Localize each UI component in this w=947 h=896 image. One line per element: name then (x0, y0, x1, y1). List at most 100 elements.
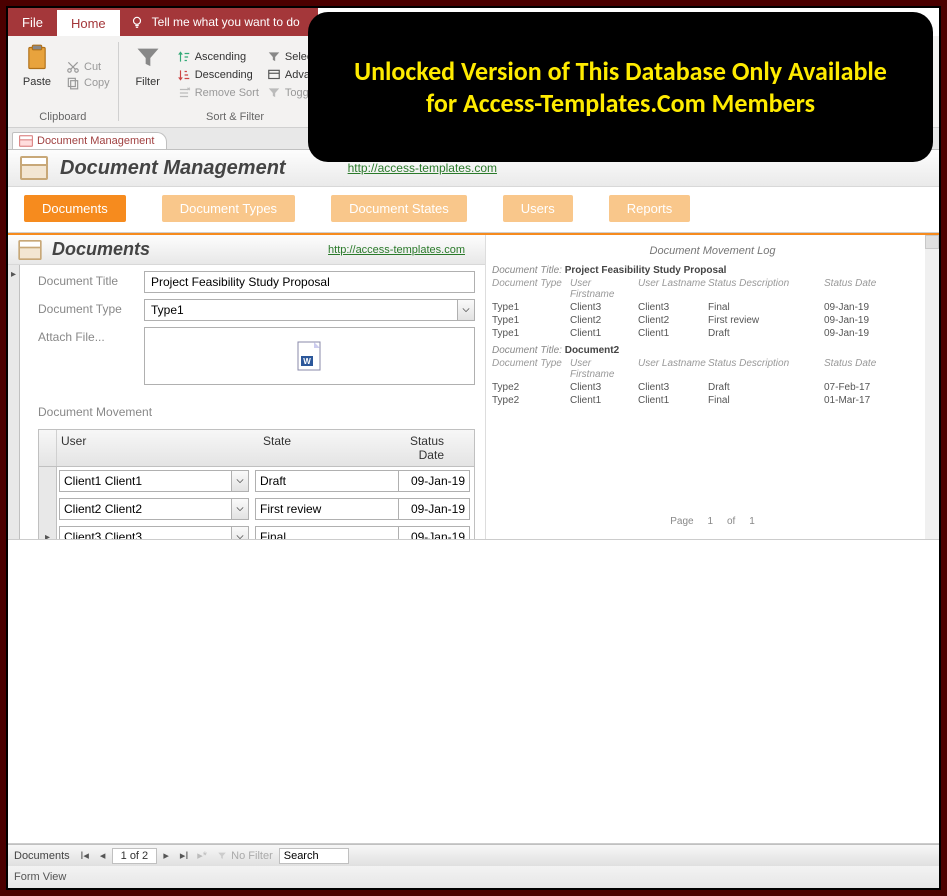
nav-tabs: Documents Document Types Document States… (8, 187, 939, 232)
col-state[interactable]: State (253, 430, 381, 466)
nav-last-button[interactable]: ▸I (175, 847, 193, 865)
paste-label: Paste (23, 76, 51, 88)
movement-section-label: Document Movement (38, 405, 475, 419)
nav-users[interactable]: Users (503, 195, 573, 222)
table-row (39, 495, 474, 523)
selection-icon (267, 50, 281, 64)
report-panel: Document Movement Log Document Title: Pr… (486, 235, 939, 539)
funnel-icon (134, 44, 162, 72)
sub-title-link[interactable]: http://access-templates.com (328, 244, 465, 256)
status-date-input[interactable] (398, 526, 470, 539)
doc-type-input[interactable] (144, 299, 457, 321)
doc-type-select[interactable] (144, 299, 475, 321)
nav-counter: 1 of 2 (112, 848, 158, 864)
user-input[interactable] (59, 470, 231, 492)
form-header: Document Management http://access-templa… (8, 150, 939, 233)
user-input[interactable] (59, 526, 231, 539)
report-row: Type1Client2Client2First review09-Jan-19 (492, 315, 933, 326)
nav-document-states[interactable]: Document States (331, 195, 467, 222)
user-select[interactable] (59, 470, 249, 492)
state-input[interactable] (255, 526, 419, 539)
nav-document-types[interactable]: Document Types (162, 195, 295, 222)
record-selector[interactable]: ▸ (8, 265, 20, 539)
state-select[interactable] (255, 498, 383, 520)
remove-sort-button[interactable]: Remove Sort (177, 86, 259, 100)
tab-file[interactable]: File (8, 8, 57, 36)
word-doc-icon: W (296, 340, 324, 372)
form-title: Document Management (60, 157, 286, 180)
clipboard-group-label: Clipboard (16, 109, 110, 127)
report-columns: Document TypeUser FirstnameUser Lastname… (492, 358, 933, 380)
main-area: Documents http://access-templates.com ▸ … (8, 233, 939, 539)
documents-record-nav: Documents I◂ ◂ 1 of 2 ▸ ▸I ▸* No Filter (8, 844, 939, 866)
status-date-input[interactable] (398, 498, 470, 520)
table-row (39, 467, 474, 495)
nav-filter-indicator: No Filter (211, 850, 279, 862)
report-doc-title: Document Title: Project Feasibility Stud… (492, 265, 933, 276)
object-tab-label: Document Management (37, 135, 154, 147)
attach-file-box[interactable]: W (144, 327, 475, 385)
col-status-date[interactable]: Status Date (381, 430, 474, 466)
advanced-icon (267, 68, 281, 82)
nav-reports[interactable]: Reports (609, 195, 691, 222)
tab-home[interactable]: Home (57, 8, 120, 36)
funnel-small-icon (217, 851, 227, 861)
nav-first-button[interactable]: I◂ (76, 847, 94, 865)
toggle-filter-icon (267, 86, 281, 100)
nav-search-input[interactable] (279, 848, 349, 864)
copy-icon (66, 76, 80, 90)
report-row: Type2Client1Client1Final01-Mar-17 (492, 395, 933, 406)
report-doc-title: Document Title: Document2 (492, 345, 933, 356)
status-date-input[interactable] (398, 470, 470, 492)
state-select[interactable] (255, 470, 383, 492)
user-input[interactable] (59, 498, 231, 520)
nav-documents-label: Documents (8, 850, 76, 862)
chevron-down-icon[interactable] (457, 299, 475, 321)
chevron-down-icon[interactable] (231, 470, 249, 492)
cut-button[interactable]: Cut (66, 60, 110, 74)
chevron-down-icon[interactable] (231, 498, 249, 520)
form-title-icon (20, 156, 48, 180)
movement-subform: User State Status Date ▸* Movement I◂ ◂ … (38, 429, 475, 539)
doc-title-input[interactable] (144, 271, 475, 293)
sort-ascending-button[interactable]: Ascending (177, 50, 259, 64)
state-input[interactable] (255, 470, 419, 492)
report-row: Type2Client3Client3Draft07-Feb-17 (492, 382, 933, 393)
nav-next-button[interactable]: ▸ (157, 847, 175, 865)
lightbulb-icon (130, 15, 144, 29)
left-panel: Documents http://access-templates.com ▸ … (8, 235, 486, 539)
nav-prev-button[interactable]: ◂ (94, 847, 112, 865)
status-bar: Form View (8, 866, 939, 888)
scroll-up-button[interactable] (925, 235, 939, 249)
user-select[interactable] (59, 526, 249, 539)
nav-documents[interactable]: Documents (24, 195, 126, 222)
sort-descending-button[interactable]: Descending (177, 68, 259, 82)
user-select[interactable] (59, 498, 249, 520)
form-title-link[interactable]: http://access-templates.com (348, 161, 497, 175)
report-row: Type1Client3Client3Final09-Jan-19 (492, 302, 933, 313)
promo-overlay: Unlocked Version of This Database Only A… (308, 12, 933, 162)
sub-title: Documents (52, 239, 150, 260)
clipboard-icon (23, 44, 51, 72)
table-row: ▸ (39, 523, 474, 539)
grid-header: User State Status Date (39, 430, 474, 467)
state-select[interactable] (255, 526, 383, 539)
filter-button[interactable]: Filter (127, 40, 169, 109)
copy-button[interactable]: Copy (66, 76, 110, 90)
report-columns: Document TypeUser FirstnameUser Lastname… (492, 278, 933, 300)
report-title: Document Movement Log (492, 239, 933, 259)
nav-new-button[interactable]: ▸* (193, 847, 211, 865)
state-input[interactable] (255, 498, 419, 520)
tell-me-search[interactable]: Tell me what you want to do (120, 8, 318, 36)
paste-button[interactable]: Paste (16, 40, 58, 109)
chevron-down-icon[interactable] (231, 526, 249, 539)
col-user[interactable]: User (57, 430, 253, 466)
row-selector[interactable]: ▸ (39, 523, 57, 539)
report-scrollbar[interactable] (925, 235, 939, 539)
form-footer-space (8, 539, 939, 845)
tell-me-label: Tell me what you want to do (152, 15, 300, 29)
row-selector[interactable] (39, 467, 57, 495)
report-pager: Page 1 of 1 (670, 516, 755, 527)
object-tab-document-management[interactable]: Document Management (12, 132, 167, 149)
row-selector[interactable] (39, 495, 57, 523)
